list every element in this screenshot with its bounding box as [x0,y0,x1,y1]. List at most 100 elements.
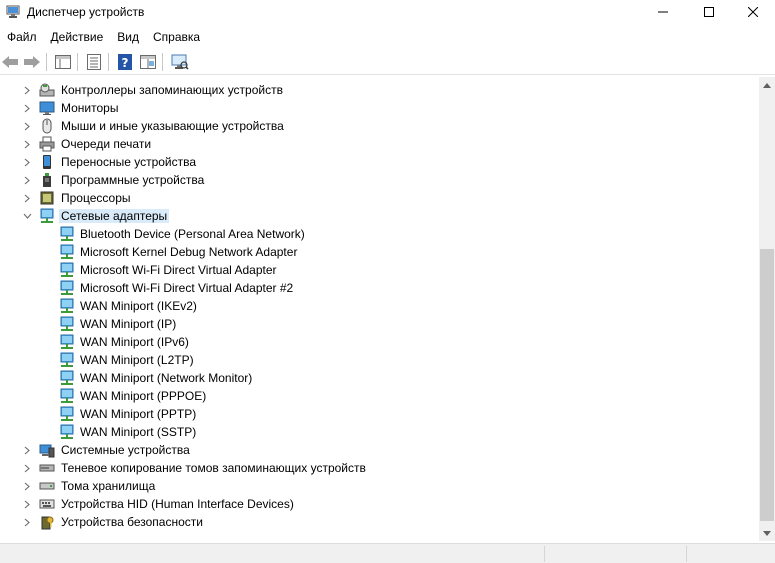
tree-category[interactable]: Мониторы [0,99,740,117]
expand-chevron-icon[interactable] [22,513,32,531]
minimize-button[interactable] [640,0,686,24]
hid-icon [39,496,55,512]
expand-chevron-icon[interactable] [22,135,32,153]
menu-bar: Файл Действие Вид Справка [0,27,775,47]
menu-view[interactable]: Вид [110,27,146,47]
mouse-icon [39,118,55,134]
tree-category[interactable]: Устройства HID (Human Interface Devices) [0,495,740,513]
status-cell [544,546,545,562]
tree-item-label: Процессоры [61,191,131,205]
close-button[interactable] [730,0,775,24]
tree-item-label: WAN Miniport (IPv6) [80,335,189,349]
tree-category[interactable]: Программные устройства [0,171,740,189]
toolbar: ? [0,49,775,75]
tree-item-label: Программные устройства [61,173,205,187]
expand-chevron-icon[interactable] [22,99,32,117]
expand-chevron-icon[interactable] [22,117,32,135]
device-manager-icon [6,5,20,19]
tree-item-label: Переносные устройства [61,155,197,169]
tree-item-label: Системные устройства [61,443,190,457]
expand-chevron-icon[interactable] [22,477,32,495]
network-adapter-icon [59,334,75,350]
svg-text:?: ? [122,56,129,70]
properties-pane-icon[interactable] [53,52,73,72]
storage-volume-icon [39,478,55,494]
tree-category[interactable]: Системные устройства [0,441,740,459]
tree-category[interactable]: Устройства безопасности [0,513,740,531]
expand-chevron-icon[interactable] [22,189,32,207]
expand-chevron-icon[interactable] [22,459,32,477]
system-device-icon [39,442,55,458]
menu-file[interactable]: Файл [0,27,44,47]
tree-category[interactable]: Процессоры [0,189,740,207]
scrollbar-thumb[interactable] [760,249,774,521]
network-adapter-icon [59,280,75,296]
expand-chevron-icon[interactable] [22,153,32,171]
window-title: Диспетчер устройств [27,5,145,19]
tree-device[interactable]: Microsoft Wi-Fi Direct Virtual Adapter #… [0,279,740,297]
tree-category[interactable]: Контроллеры запоминающих устройств [0,81,740,99]
portable-device-icon [39,154,55,170]
collapse-chevron-icon[interactable] [22,207,32,225]
tree-item-label: Сетевые адаптеры [59,209,170,223]
title-bar: Диспетчер устройств [0,0,775,26]
volume-shadow-icon [39,460,55,476]
network-adapter-icon [59,226,75,242]
tree-item-label: WAN Miniport (IKEv2) [80,299,197,313]
processor-icon [39,190,55,206]
menu-help[interactable]: Справка [146,27,207,47]
help-icon[interactable]: ? [115,52,135,72]
monitor-scan-icon[interactable] [170,52,190,72]
tree-item-label: WAN Miniport (PPPOE) [80,389,207,403]
tree-category[interactable]: Переносные устройства [0,153,740,171]
tree-item-label: Тома хранилища [61,479,156,493]
status-bar [0,543,775,563]
device-tree: Контроллеры запоминающих устройств Монито… [0,77,759,541]
details-pane-icon[interactable] [138,52,158,72]
tree-device[interactable]: Bluetooth Device (Personal Area Network) [0,225,740,243]
tree-device[interactable]: Microsoft Kernel Debug Network Adapter [0,243,740,261]
tree-device[interactable]: WAN Miniport (L2TP) [0,351,740,369]
expand-chevron-icon[interactable] [22,495,32,513]
tree-item-label: Очереди печати [61,137,152,151]
tree-item-label: Теневое копирование томов запоминающих у… [61,461,366,475]
tree-item-label: WAN Miniport (PPTP) [80,407,197,421]
list-icon[interactable] [84,52,104,72]
tree-device[interactable]: WAN Miniport (IKEv2) [0,297,740,315]
network-adapter-icon [59,298,75,314]
menu-action[interactable]: Действие [44,27,111,47]
tree-item-label: Bluetooth Device (Personal Area Network) [80,227,305,241]
tree-item-label: Контроллеры запоминающих устройств [61,83,283,97]
tree-item-label: WAN Miniport (SSTP) [80,425,197,439]
forward-arrow-icon[interactable] [22,52,42,72]
vertical-scrollbar[interactable] [759,77,775,541]
tree-device[interactable]: WAN Miniport (SSTP) [0,423,740,441]
tree-category[interactable]: Сетевые адаптеры [0,207,740,225]
tree-item-label: Устройства безопасности [61,515,203,529]
tree-category[interactable]: Тома хранилища [0,477,740,495]
network-adapter-icon [59,352,75,368]
expand-chevron-icon[interactable] [22,171,32,189]
back-arrow-icon[interactable] [0,52,20,72]
tree-item-label: Мыши и иные указывающие устройства [61,119,284,133]
scroll-up-icon[interactable] [759,77,775,93]
expand-chevron-icon[interactable] [22,441,32,459]
tree-category[interactable]: Теневое копирование томов запоминающих у… [0,459,740,477]
expand-chevron-icon[interactable] [22,81,32,99]
tree-item-label: WAN Miniport (Network Monitor) [80,371,253,385]
scroll-down-icon[interactable] [759,525,775,541]
tree-category[interactable]: Очереди печати [0,135,740,153]
tree-device[interactable]: WAN Miniport (IPv6) [0,333,740,351]
maximize-button[interactable] [686,0,732,24]
tree-device[interactable]: WAN Miniport (PPTP) [0,405,740,423]
tree-device[interactable]: Microsoft Wi-Fi Direct Virtual Adapter [0,261,740,279]
tree-category[interactable]: Мыши и иные указывающие устройства [0,117,740,135]
tree-device[interactable]: WAN Miniport (PPPOE) [0,387,740,405]
network-adapter-icon [59,406,75,422]
tree-item-label: Microsoft Wi-Fi Direct Virtual Adapter #… [80,281,294,295]
tree-device[interactable]: WAN Miniport (IP) [0,315,740,333]
security-device-icon [39,514,55,530]
tree-item-label: WAN Miniport (IP) [80,317,177,331]
printer-icon [39,136,55,152]
tree-device[interactable]: WAN Miniport (Network Monitor) [0,369,740,387]
